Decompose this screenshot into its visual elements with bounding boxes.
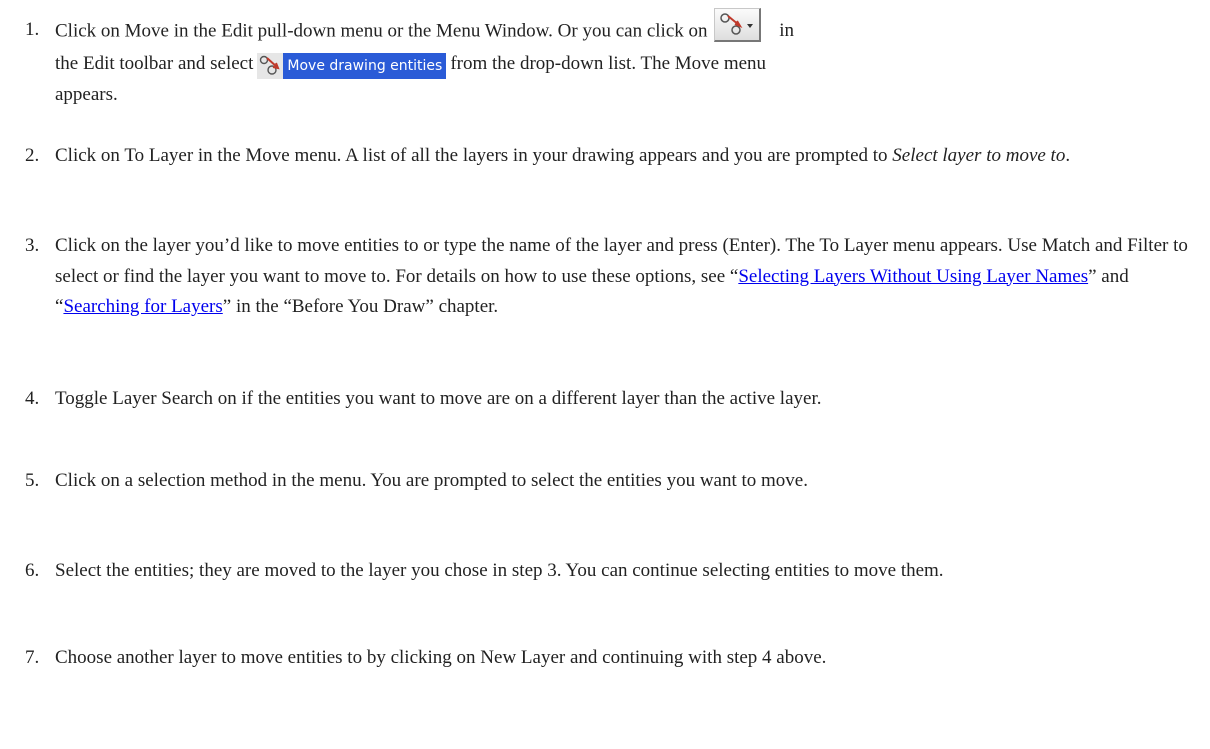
move-entities-dropdown-icon[interactable] bbox=[713, 8, 761, 42]
step-1-text-c: the Edit toolbar and select bbox=[55, 53, 254, 74]
step-number: 1. bbox=[25, 19, 40, 40]
menu-item-label: Move drawing entities bbox=[283, 53, 447, 79]
step-number: 7. bbox=[25, 647, 40, 668]
link-searching-for-layers[interactable]: Searching for Layers bbox=[63, 296, 222, 317]
step-1-text-d: from the drop-down list. The Move menu bbox=[450, 53, 767, 74]
step-number: 6. bbox=[25, 560, 40, 581]
link-selecting-layers[interactable]: Selecting Layers Without Using Layer Nam… bbox=[738, 266, 1088, 287]
step-1-text-e: appears. bbox=[55, 83, 118, 105]
step-text: Click on the layer you’d like to move en… bbox=[55, 231, 1190, 323]
step-2-text-b: . bbox=[1065, 145, 1071, 166]
step-text: Click on Move in the Edit pull-down menu… bbox=[55, 8, 1190, 110]
step-number: 4. bbox=[25, 388, 40, 409]
step-text: Select the entities; they are moved to t… bbox=[55, 560, 944, 581]
step-1-text-a: Click on Move in the Edit pull-down menu… bbox=[55, 20, 708, 42]
step-number: 5. bbox=[25, 470, 40, 491]
step-3-text-c: ” in the “Before You Draw” chapter. bbox=[222, 296, 499, 317]
step-number: 2. bbox=[25, 145, 40, 166]
step-text: Click on a selection method in the menu.… bbox=[55, 470, 808, 491]
step-text: Choose another layer to move entities to… bbox=[55, 647, 827, 668]
instruction-document: 1. Click on Move in the Edit pull-down m… bbox=[0, 0, 1210, 749]
step-1-text-b: in bbox=[779, 20, 795, 42]
step-2-text-a: Click on To Layer in the Move menu. A li… bbox=[55, 145, 888, 166]
step-3: 3. Click on the layer you’d like to move… bbox=[0, 231, 1210, 355]
prompt-text: Select layer to move to bbox=[892, 145, 1066, 166]
step-text: Click on To Layer in the Move menu. A li… bbox=[55, 141, 1190, 172]
move-entities-icon bbox=[257, 53, 284, 79]
step-number: 3. bbox=[25, 235, 40, 256]
step-4: 4. Toggle Layer Search on if the entitie… bbox=[0, 384, 1210, 446]
step-text: Toggle Layer Search on if the entities y… bbox=[55, 388, 822, 409]
step-7: 7. Choose another layer to move entities… bbox=[0, 643, 1210, 705]
step-5: 5. Click on a selection method in the me… bbox=[0, 466, 1210, 528]
step-1: 1. Click on Move in the Edit pull-down m… bbox=[0, 8, 1210, 115]
move-drawing-entities-menu-item[interactable]: Move drawing entities bbox=[257, 53, 447, 79]
step-2: 2. Click on To Layer in the Move menu. A… bbox=[0, 141, 1210, 203]
step-6: 6. Select the entities; they are moved t… bbox=[0, 556, 1210, 618]
